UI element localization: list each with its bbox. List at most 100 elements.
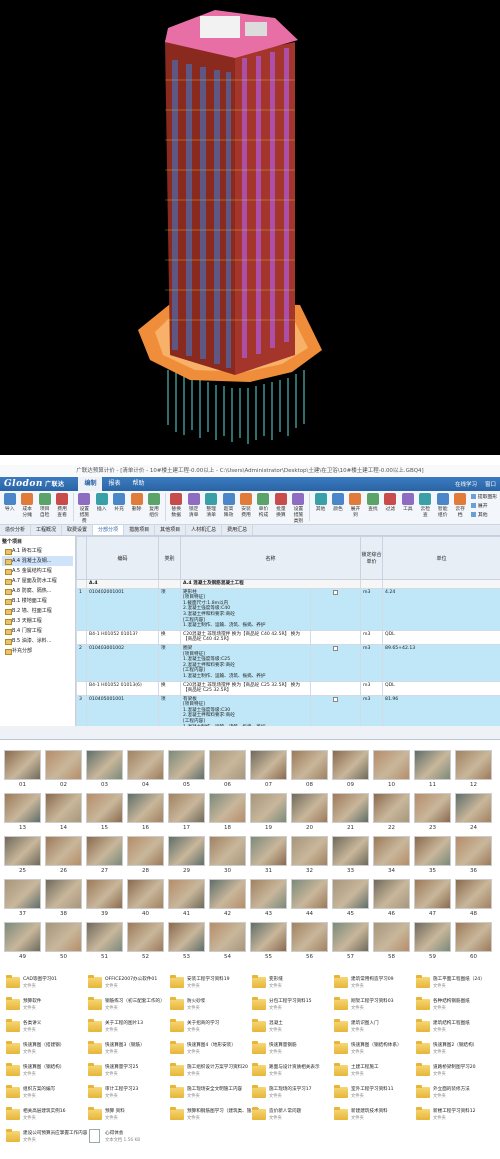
file-item[interactable]: 变形缝 文件夹 bbox=[252, 975, 342, 995]
photo-thumbnail[interactable] bbox=[332, 836, 369, 866]
photo-thumbnail[interactable] bbox=[250, 922, 287, 952]
photo-thumbnail[interactable] bbox=[209, 750, 246, 780]
photo-thumbnail[interactable] bbox=[86, 879, 123, 909]
file-item[interactable]: 快速算图3（钢筋） 文件夹 bbox=[88, 1041, 178, 1061]
photo-thumbnail[interactable] bbox=[332, 922, 369, 952]
row-lock-checkbox[interactable] bbox=[309, 643, 362, 682]
row-lock-checkbox[interactable] bbox=[309, 694, 362, 726]
tab-2[interactable]: 取费设置 bbox=[62, 525, 94, 535]
ribbon-button-9[interactable]: 替换数据 bbox=[169, 493, 183, 519]
photo-thumbnail[interactable] bbox=[127, 879, 164, 909]
photo-thumbnail[interactable] bbox=[86, 750, 123, 780]
ribbon-button-5[interactable]: 插入 bbox=[95, 493, 108, 513]
row-qty[interactable]: 89.65+42.13 bbox=[382, 643, 500, 682]
ribbon-button-8[interactable]: 复用组价 bbox=[147, 493, 161, 519]
ribbon-button-20[interactable]: 查找 bbox=[366, 493, 379, 513]
ribbon-small-button-0[interactable]: 提取图形 bbox=[471, 493, 497, 500]
photo-thumbnail[interactable] bbox=[291, 793, 328, 823]
ribbon-button-0[interactable]: 导入 bbox=[3, 493, 16, 513]
subrow-name[interactable]: C20混凝土 非现场搅拌 换为【商品砼 C40 42.5R】 换为【商品砼 C4… bbox=[180, 629, 311, 645]
menu-edit[interactable]: 编制 bbox=[78, 477, 103, 491]
file-item[interactable]: 建筑结构工程图纸 文件夹 bbox=[416, 1019, 500, 1039]
tab-5[interactable]: 其他项目 bbox=[155, 525, 187, 535]
file-item[interactable]: 快速算图（搭建钢） 文件夹 bbox=[6, 1041, 96, 1061]
tab-1[interactable]: 工程概况 bbox=[31, 525, 63, 535]
table-subrow[interactable]: B4-1 H01052 01013? 换 C20混凝土 非现场搅拌 换为【商品砼 C… bbox=[76, 629, 500, 645]
photo-thumbnail[interactable] bbox=[291, 879, 328, 909]
ribbon-button-11[interactable]: 整理清单 bbox=[204, 493, 218, 519]
subrow-name[interactable]: C20混凝土 非现场搅拌 换为【商品砼 C25 32.5R】 换为【商品砼 C2… bbox=[180, 680, 311, 696]
file-item[interactable]: 建设公司预算员应掌握工作内容 文件夹 bbox=[6, 1129, 96, 1149]
photo-thumbnail[interactable] bbox=[455, 922, 492, 952]
row-name[interactable]: 有梁板 [项目特征] 1.混凝土强度等级:C30 2.混凝土拌和料要求:商砼 [… bbox=[180, 694, 311, 726]
table-row[interactable]: 2 010403001002 项圈梁 [项目特征] 1.混凝土强度等级:C25 2.… bbox=[76, 643, 500, 682]
photo-thumbnail[interactable] bbox=[332, 879, 369, 909]
col-header-3[interactable]: 锁定综合单价 bbox=[360, 536, 384, 580]
ribbon-small-button-1[interactable]: 展开 bbox=[471, 502, 497, 509]
ribbon-button-25[interactable]: 云存档 bbox=[453, 493, 467, 519]
ribbon-button-1[interactable]: 成本分摊 bbox=[20, 493, 34, 519]
tree-item-6[interactable]: B.2 墙、柱面工程 bbox=[2, 606, 73, 616]
photo-thumbnail[interactable] bbox=[373, 750, 410, 780]
file-item[interactable]: 关于招商的学习 文件夹 bbox=[170, 1019, 260, 1039]
photo-thumbnail[interactable] bbox=[250, 793, 287, 823]
photo-thumbnail[interactable] bbox=[127, 922, 164, 952]
ribbon-button-22[interactable]: 工具 bbox=[401, 493, 414, 513]
col-header-4[interactable]: 单位 bbox=[382, 536, 500, 580]
file-item[interactable]: 建筑常用构造学习09 文件夹 bbox=[334, 975, 424, 995]
photo-thumbnail[interactable] bbox=[45, 836, 82, 866]
photo-thumbnail[interactable] bbox=[45, 922, 82, 952]
photo-thumbnail[interactable] bbox=[209, 879, 246, 909]
window-menu[interactable]: 窗口 bbox=[485, 480, 496, 488]
subrow-code[interactable]: B4-1 H01052 01013? bbox=[86, 629, 159, 645]
tree-item-10[interactable]: 补充分部 bbox=[2, 646, 73, 656]
photo-thumbnail[interactable] bbox=[414, 750, 451, 780]
row-qty[interactable]: 4.24 bbox=[382, 587, 500, 631]
file-item[interactable]: 预算软件 文件夹 bbox=[6, 997, 96, 1017]
file-item[interactable]: 造价新人常问题 文件夹 bbox=[252, 1107, 342, 1127]
file-item[interactable]: 预算 资料 文件夹 bbox=[88, 1107, 178, 1127]
col-header-0[interactable]: 编码 bbox=[86, 536, 159, 580]
tree-item-0[interactable]: A.1 砖石工程 bbox=[2, 546, 73, 556]
photo-thumbnail[interactable] bbox=[127, 793, 164, 823]
photo-thumbnail[interactable] bbox=[4, 793, 41, 823]
photo-thumbnail[interactable] bbox=[168, 793, 205, 823]
ribbon-button-23[interactable]: 云检查 bbox=[419, 493, 432, 519]
photo-thumbnail[interactable] bbox=[332, 750, 369, 780]
photo-thumbnail[interactable] bbox=[414, 879, 451, 909]
file-item[interactable]: 分包工程学习资料15 文件夹 bbox=[252, 997, 342, 1017]
file-item[interactable]: 刚架工程学习资料03 文件夹 bbox=[334, 997, 424, 1017]
file-item[interactable]: 预算和钢筋图学习（建筑类、施工类、审核案例） 文件夹 bbox=[170, 1107, 260, 1127]
photo-thumbnail[interactable] bbox=[373, 793, 410, 823]
file-item[interactable]: CAD等图学习01 文件夹 bbox=[6, 975, 96, 995]
file-item[interactable]: 道路桥梁制图学习20 文件夹 bbox=[416, 1063, 500, 1083]
tree-item-3[interactable]: A.7 屋面及防水工程 bbox=[2, 576, 73, 586]
col-header-1[interactable]: 类别 bbox=[158, 536, 181, 580]
photo-thumbnail[interactable] bbox=[250, 879, 287, 909]
tab-3[interactable]: 分部分项 bbox=[93, 525, 125, 535]
tab-0[interactable]: 造价分析 bbox=[0, 525, 32, 535]
photo-thumbnail[interactable] bbox=[373, 836, 410, 866]
file-item[interactable]: 相关高层建筑实例16 文件夹 bbox=[6, 1107, 96, 1127]
photo-thumbnail[interactable] bbox=[4, 750, 41, 780]
ribbon-button-7[interactable]: 删除 bbox=[130, 493, 143, 513]
file-item[interactable]: 快速算图（钢结构体系） 文件夹 bbox=[334, 1041, 424, 1061]
file-item[interactable]: 室外工程学习资料11 文件夹 bbox=[334, 1085, 424, 1105]
photo-thumbnail[interactable] bbox=[414, 922, 451, 952]
file-item[interactable]: 审计工程学习23 文件夹 bbox=[88, 1085, 178, 1105]
tree-item-5[interactable]: B.1 楼地面工程 bbox=[2, 596, 73, 606]
photo-thumbnail[interactable] bbox=[332, 793, 369, 823]
photo-thumbnail[interactable] bbox=[127, 750, 164, 780]
ribbon-button-14[interactable]: 单价构成 bbox=[257, 493, 270, 519]
file-item[interactable]: 施工现场安全文明施工内容 文件夹 bbox=[170, 1085, 260, 1105]
photo-thumbnail[interactable] bbox=[168, 750, 205, 780]
ribbon-button-21[interactable]: 过滤 bbox=[384, 493, 397, 513]
file-item[interactable]: 快速算图4（地形安装） 文件夹 bbox=[170, 1041, 260, 1061]
tree-root[interactable]: 整个项目 bbox=[2, 538, 73, 546]
row-qty[interactable]: 81.96 bbox=[382, 694, 500, 726]
photo-thumbnail[interactable] bbox=[45, 879, 82, 909]
file-item[interactable]: OFFICE2007办公软件01 文件夹 bbox=[88, 975, 178, 995]
online-learning-link[interactable]: 在线学习 bbox=[455, 480, 477, 488]
photo-thumbnail[interactable] bbox=[86, 793, 123, 823]
photo-thumbnail[interactable] bbox=[250, 836, 287, 866]
